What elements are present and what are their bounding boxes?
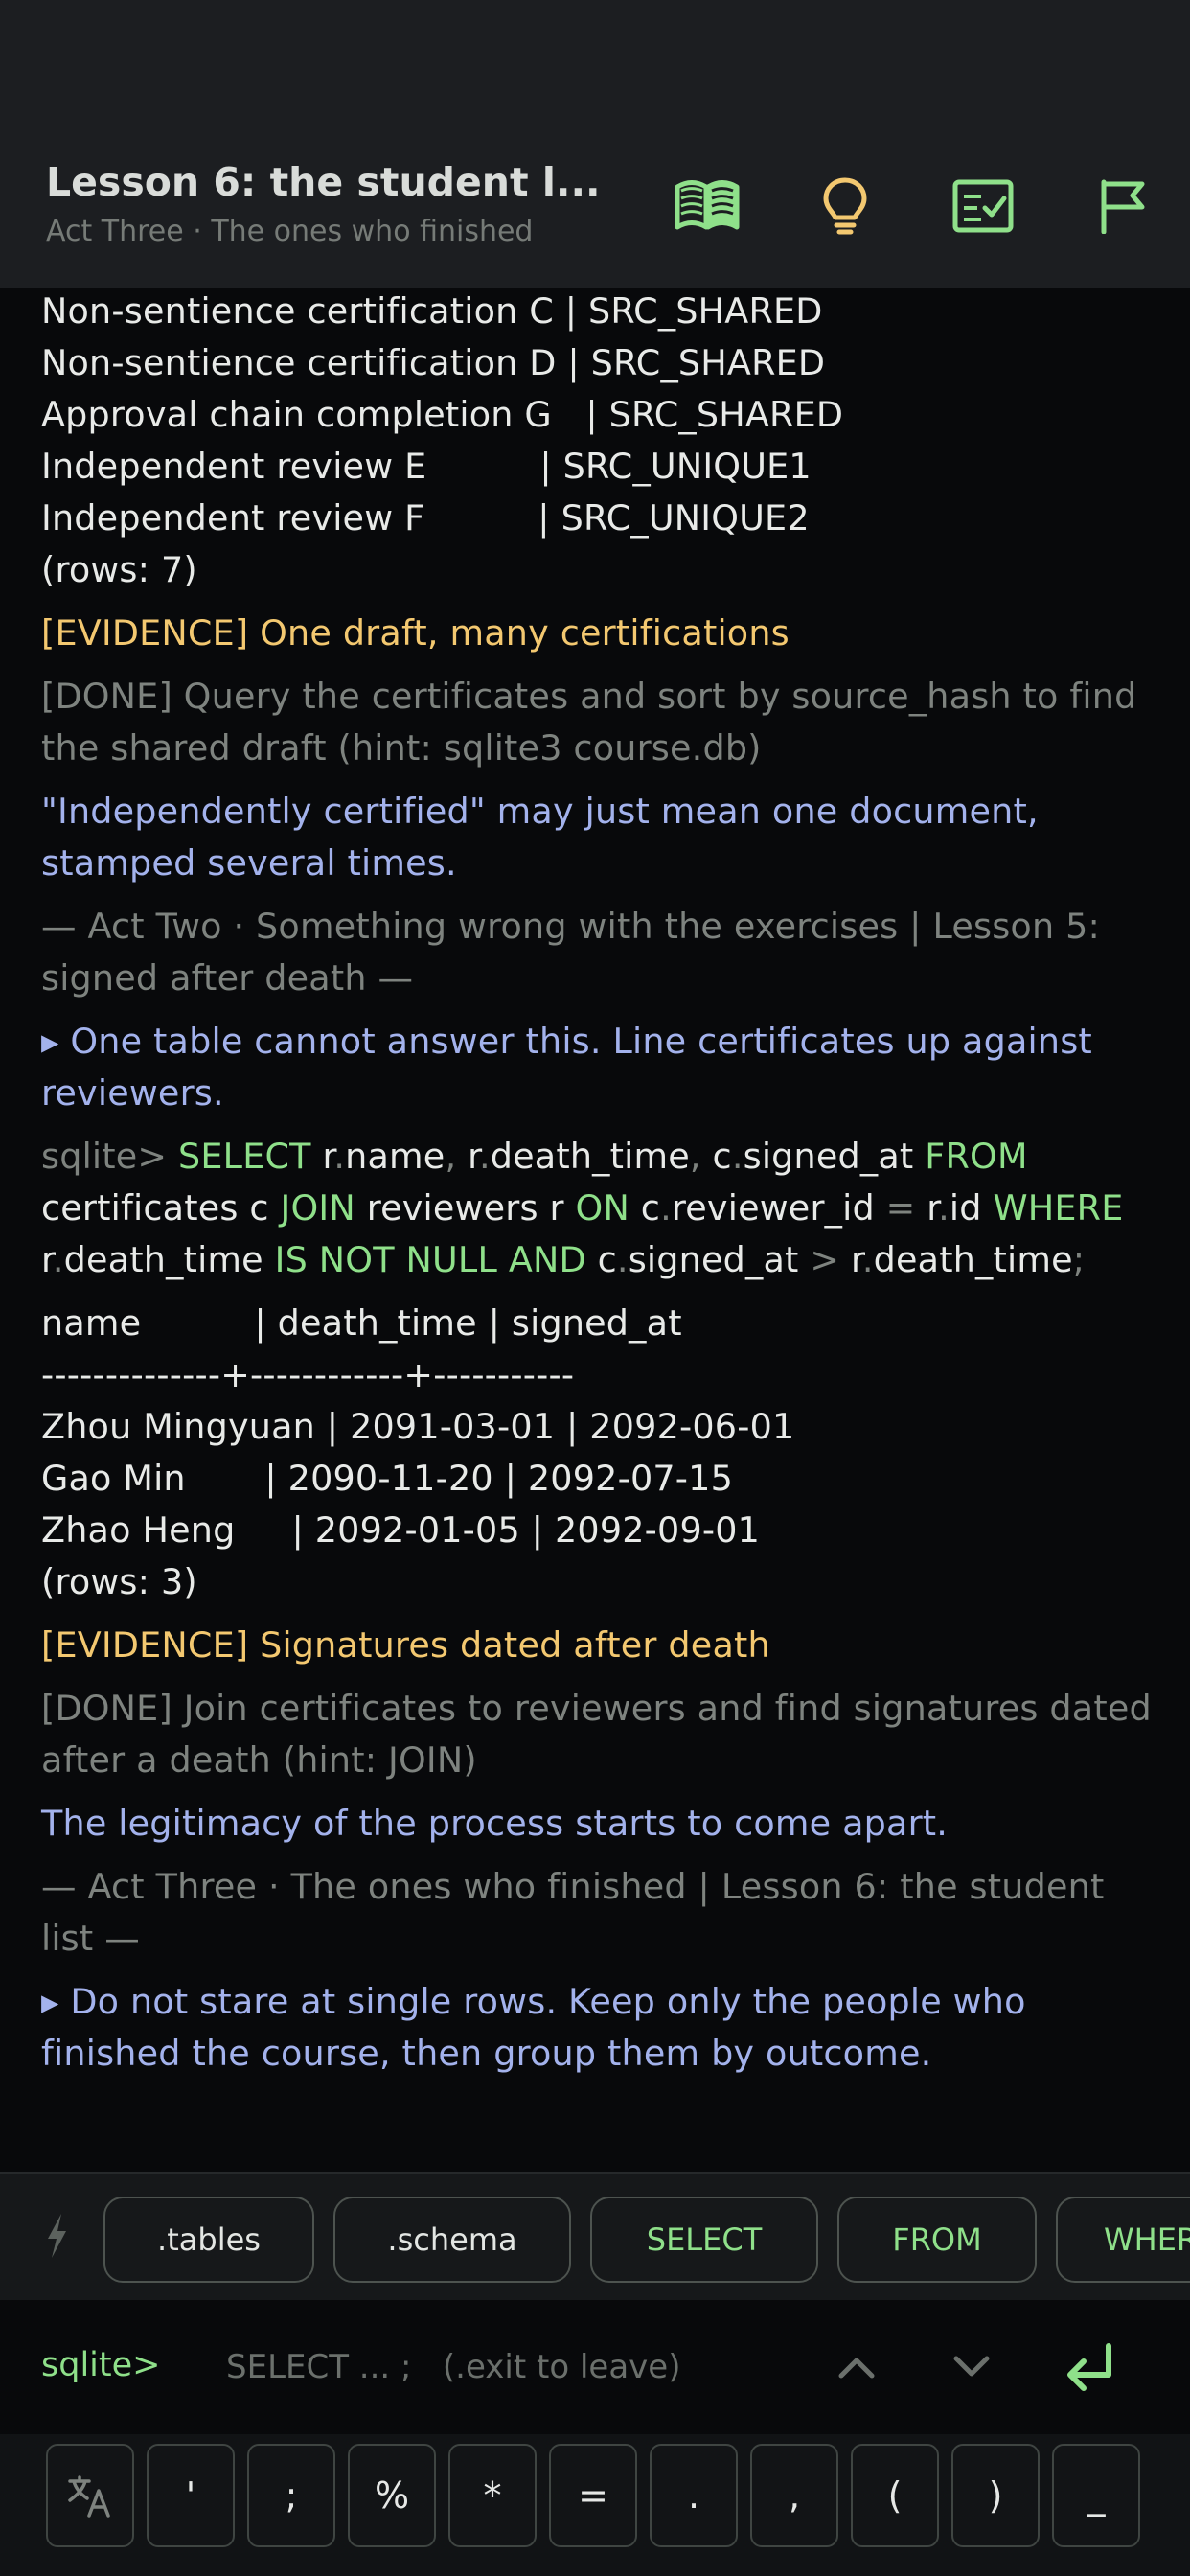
lightning-icon bbox=[42, 2212, 71, 2260]
chip-where[interactable]: WHERE bbox=[1056, 2196, 1190, 2283]
lesson-title: Lesson 6: the student l... bbox=[46, 159, 601, 205]
flag-icon[interactable] bbox=[1087, 172, 1159, 240]
command-input[interactable]: SELECT ... ; (.exit to leave) bbox=[226, 2348, 680, 2386]
done-line: [DONE] Join certificates to reviewers an… bbox=[41, 1688, 1152, 1781]
symbol-key-row: ' ; % * = . , ( ) _ bbox=[0, 2434, 1190, 2576]
quick-insert-bar[interactable]: .tables .schema SELECT FROM WHERE bbox=[0, 2172, 1190, 2300]
narration-line: The legitimacy of the process starts to … bbox=[41, 1803, 949, 1844]
evidence-line: [EVIDENCE] One draft, many certification… bbox=[41, 612, 790, 654]
result-row: Zhou Mingyuan | 2091-03-01 | 2092-06-01 bbox=[41, 1406, 795, 1447]
result-divider: --------------+------------+----------- bbox=[41, 1354, 575, 1395]
result-row: Gao Min | 2090-11-20 | 2092-07-15 bbox=[41, 1458, 734, 1499]
chip-schema[interactable]: .schema bbox=[333, 2196, 571, 2283]
key-period[interactable]: . bbox=[650, 2444, 738, 2547]
enter-icon[interactable] bbox=[1060, 2338, 1117, 2396]
history-down-icon[interactable] bbox=[943, 2338, 1000, 2396]
app-header: Lesson 6: the student l... Act Three · T… bbox=[0, 0, 1190, 288]
chapter-separator: — Act Three · The ones who finished | Le… bbox=[41, 1866, 1105, 1959]
translate-icon[interactable] bbox=[46, 2444, 134, 2547]
hint-line: ▸ One table cannot answer this. Line cer… bbox=[41, 1021, 1092, 1114]
input-prompt: sqlite> bbox=[41, 2346, 161, 2384]
key-open-paren[interactable]: ( bbox=[851, 2444, 939, 2547]
key-percent[interactable]: % bbox=[348, 2444, 436, 2547]
hint-line: ▸ Do not stare at single rows. Keep only… bbox=[41, 1981, 1026, 2074]
narration-line: "Independently certified" may just mean … bbox=[41, 791, 1039, 884]
sql-query-line: sqlite> SELECT r.name, r.death_time, c.s… bbox=[41, 1136, 1124, 1280]
book-icon[interactable] bbox=[671, 172, 744, 240]
key-close-paren[interactable]: ) bbox=[951, 2444, 1040, 2547]
terminal-content: Non-sentience certification C | SRC_SHAR… bbox=[41, 288, 1157, 2080]
result-row: Zhao Heng | 2092-01-05 | 2092-09-01 bbox=[41, 1509, 761, 1551]
key-comma[interactable]: , bbox=[750, 2444, 838, 2547]
result-count: (rows: 3) bbox=[41, 1561, 197, 1602]
key-apostrophe[interactable]: ' bbox=[147, 2444, 235, 2547]
chip-from[interactable]: FROM bbox=[837, 2196, 1037, 2283]
lesson-subtitle: Act Three · The ones who finished bbox=[46, 215, 534, 248]
checklist-icon[interactable] bbox=[947, 172, 1019, 240]
result-row: Non-sentience certification D | SRC_SHAR… bbox=[41, 342, 826, 383]
result-row: Independent review E | SRC_UNIQUE1 bbox=[41, 446, 812, 487]
terminal-output[interactable]: Non-sentience certification C | SRC_SHAR… bbox=[0, 288, 1190, 2172]
result-count: (rows: 7) bbox=[41, 549, 197, 590]
command-input-bar: sqlite> SELECT ... ; (.exit to leave) bbox=[0, 2300, 1190, 2434]
chapter-separator: — Act Two · Something wrong with the exe… bbox=[41, 906, 1101, 999]
key-underscore[interactable]: _ bbox=[1052, 2444, 1140, 2547]
result-row: Non-sentience certification C | SRC_SHAR… bbox=[41, 290, 823, 332]
done-line: [DONE] Query the certificates and sort b… bbox=[41, 676, 1137, 769]
result-header: name | death_time | signed_at bbox=[41, 1302, 682, 1344]
evidence-line: [EVIDENCE] Signatures dated after death bbox=[41, 1624, 770, 1666]
history-up-icon[interactable] bbox=[828, 2338, 885, 2396]
result-row: Independent review F | SRC_UNIQUE2 bbox=[41, 497, 810, 539]
chip-tables[interactable]: .tables bbox=[103, 2196, 314, 2283]
result-row: Approval chain completion G | SRC_SHARED bbox=[41, 394, 844, 435]
key-semicolon[interactable]: ; bbox=[247, 2444, 335, 2547]
key-equals[interactable]: = bbox=[549, 2444, 637, 2547]
key-asterisk[interactable]: * bbox=[448, 2444, 537, 2547]
lightbulb-icon[interactable] bbox=[809, 172, 881, 240]
chip-select[interactable]: SELECT bbox=[590, 2196, 818, 2283]
